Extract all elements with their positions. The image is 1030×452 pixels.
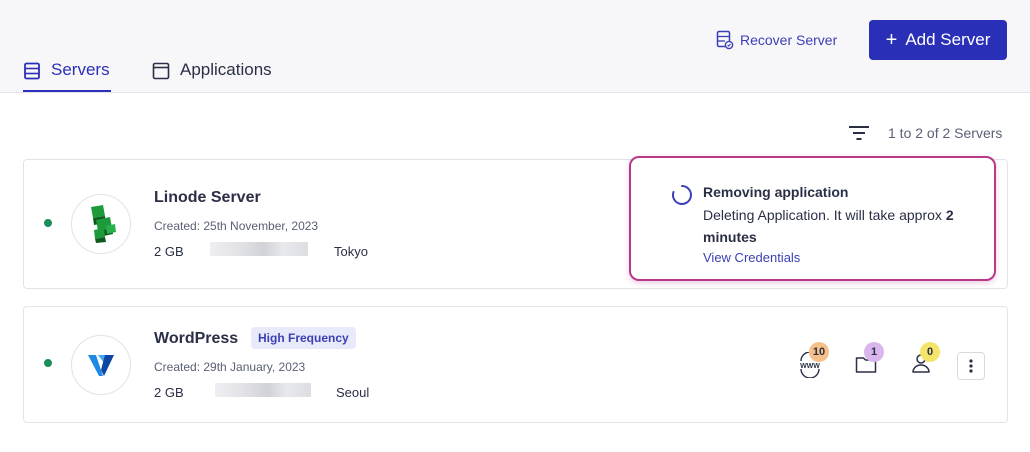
- server-location: Tokyo: [334, 244, 368, 259]
- svg-text:WWW: WWW: [800, 363, 820, 370]
- linode-logo-icon: [91, 205, 116, 243]
- folders-stat[interactable]: 1: [855, 342, 891, 378]
- filter-icon[interactable]: [848, 124, 870, 142]
- recover-server-label: Recover Server: [740, 32, 838, 48]
- server-created: Created: 29th January, 2023: [154, 360, 306, 374]
- server-count: 1 to 2 of 2 Servers: [888, 125, 1003, 141]
- websites-count-badge: 10: [809, 342, 829, 362]
- tab-servers[interactable]: Servers: [23, 60, 111, 92]
- redacted-ip: [210, 242, 308, 256]
- avatar: [71, 194, 131, 254]
- tab-applications-label: Applications: [180, 60, 272, 79]
- status-dot: [44, 359, 52, 367]
- window-icon: [152, 62, 170, 80]
- server-created: Created: 25th November, 2023: [154, 219, 319, 233]
- server-size: 2 GB: [154, 385, 184, 400]
- view-credentials-link[interactable]: View Credentials: [703, 250, 800, 265]
- loading-spinner-icon: [672, 185, 692, 205]
- notification-message-text: Deleting Application. It will take appro…: [703, 207, 946, 223]
- high-frequency-badge: High Frequency: [251, 327, 356, 349]
- websites-stat[interactable]: WWW 10: [798, 342, 834, 378]
- kebab-menu-icon: [969, 359, 973, 373]
- plus-icon: +: [885, 29, 898, 51]
- add-server-label: Add Server: [905, 30, 991, 49]
- server-list-icon: [24, 62, 40, 80]
- server-name[interactable]: Linode Server: [154, 189, 261, 207]
- recover-server-icon: [716, 30, 734, 50]
- notification-title: Removing application: [703, 184, 849, 200]
- users-count-badge: 0: [920, 342, 940, 362]
- add-server-button[interactable]: + Add Server: [869, 20, 1007, 60]
- top-bar: Servers Applications Recover Server + Ad…: [0, 0, 1030, 93]
- users-stat[interactable]: 0: [911, 342, 947, 378]
- server-name[interactable]: WordPress: [154, 330, 238, 348]
- vultr-logo-icon: [88, 355, 114, 376]
- notification-message: Deleting Application. It will take appro…: [703, 204, 988, 248]
- avatar: [71, 335, 131, 395]
- recover-server-link[interactable]: Recover Server: [716, 30, 837, 50]
- server-location: Seoul: [336, 385, 370, 400]
- more-options-button[interactable]: [957, 352, 985, 380]
- server-size: 2 GB: [154, 244, 184, 259]
- folders-count-badge: 1: [864, 342, 884, 362]
- tab-applications[interactable]: Applications: [152, 60, 282, 92]
- removing-application-notification: Removing application Deleting Applicatio…: [629, 156, 996, 281]
- redacted-ip: [215, 383, 311, 397]
- status-dot: [44, 219, 52, 227]
- tab-servers-label: Servers: [51, 60, 110, 79]
